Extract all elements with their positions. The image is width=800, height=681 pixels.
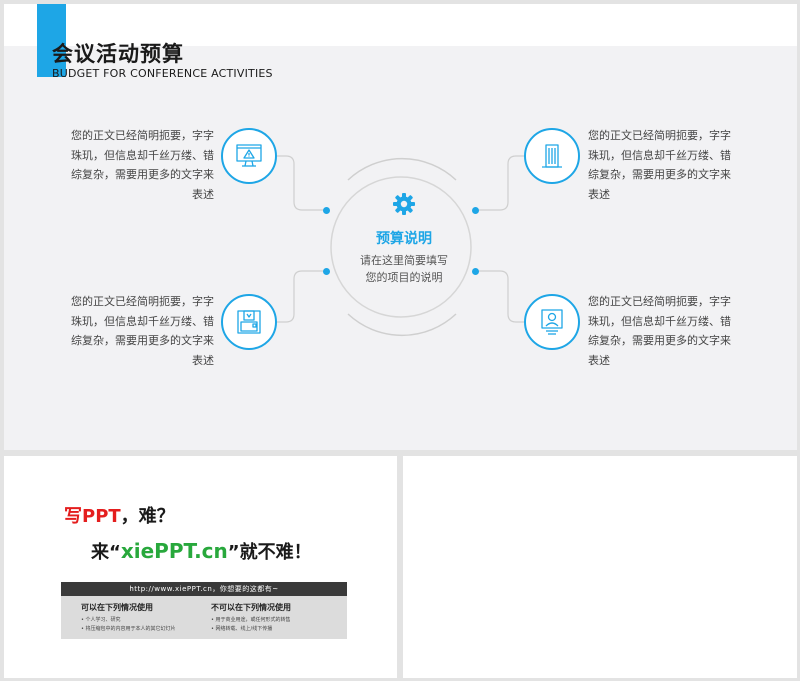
promo-slide: 写PPT，难？ 来“xiePPT.cn”就不难！ http://www.xieP… — [4, 456, 397, 678]
node-document-folder — [221, 294, 277, 350]
promo-text: 来“ — [91, 542, 121, 563]
item-text-top-left: 您的正文已经简明扼要，字字珠玑，但信息却千丝万缕、错综复杂，需要用更多的文字来表… — [71, 129, 214, 201]
promo-brand: xiePPT.cn — [120, 539, 228, 563]
blank-slide — [403, 456, 797, 678]
center-desc-line: 请在这里简要填写 — [360, 254, 448, 267]
disallowed-heading: 不可以在下列情况使用 — [211, 603, 291, 612]
disallowed-usage: 不可以在下列情况使用 • 用于商业用途，或任何形式的转售 • 网络转载、线上/线… — [211, 602, 341, 634]
building-icon — [542, 144, 562, 168]
document-folder-icon — [237, 310, 261, 334]
center-description: 请在这里简要填写 您的项目的说明 — [324, 252, 484, 286]
usage-panel: 可以在下列情况使用 • 个人学习、研究 • 将压缩包中的内容用于本人的其它幻灯片… — [61, 596, 347, 639]
disallowed-item: • 网络转载、线上/线下传播 — [211, 626, 273, 632]
center-desc-line: 您的项目的说明 — [365, 271, 443, 284]
allowed-item: • 将压缩包中的内容用于本人的其它幻灯片 — [81, 626, 176, 632]
item-text-bottom-left: 您的正文已经简明扼要，字字珠玑，但信息却千丝万缕、错综复杂，需要用更多的文字来表… — [71, 295, 214, 367]
item-text-bottom-right: 您的正文已经简明扼要，字字珠玑，但信息却千丝万缕、错综复杂，需要用更多的文字来表… — [588, 295, 731, 367]
promo-url-bar: http://www.xiePPT.cn，你想要的这都有~ — [61, 582, 347, 596]
center-title: 预算说明 — [376, 231, 432, 247]
promo-tagline: 来“xiePPT.cn”就不难！ — [91, 538, 312, 564]
gear-icon — [393, 193, 415, 215]
promo-red-text: 写PPT — [64, 506, 121, 527]
id-card-icon — [541, 309, 563, 335]
center-summary: 预算说明 请在这里简要填写 您的项目的说明 — [324, 192, 484, 286]
allowed-usage: 可以在下列情况使用 • 个人学习、研究 • 将压缩包中的内容用于本人的其它幻灯片 — [81, 602, 211, 634]
node-id-card — [524, 294, 580, 350]
budget-slide: 会议活动预算 BUDGET FOR CONFERENCE ACTIVITIES — [4, 4, 797, 450]
node-warning-monitor — [221, 128, 277, 184]
allowed-item: • 个人学习、研究 — [81, 617, 121, 623]
disallowed-item: • 用于商业用途，或任何形式的转售 — [211, 617, 291, 623]
warning-monitor-icon — [236, 144, 262, 167]
promo-text: ”就不难！ — [227, 542, 312, 563]
promo-headline: 写PPT，难？ — [64, 502, 175, 528]
promo-text: ，难？ — [120, 506, 175, 527]
node-building — [524, 128, 580, 184]
allowed-heading: 可以在下列情况使用 — [81, 603, 153, 612]
item-text-top-right: 您的正文已经简明扼要，字字珠玑，但信息却千丝万缕、错综复杂，需要用更多的文字来表… — [588, 129, 731, 201]
